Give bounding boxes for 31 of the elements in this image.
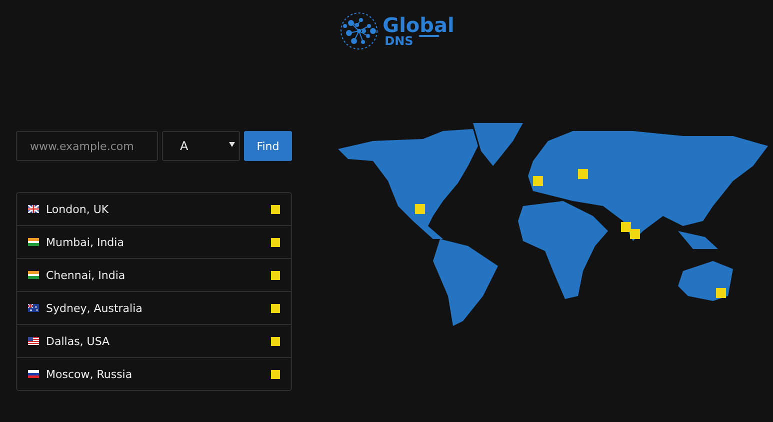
location-name: Mumbai, India <box>46 236 125 248</box>
location-name: London, UK <box>46 202 110 216</box>
flag-icon <box>28 205 39 213</box>
status-square-icon <box>271 238 280 246</box>
status-square-icon <box>271 270 280 280</box>
logo-title: Global <box>382 15 454 35</box>
flag-icon <box>28 304 39 312</box>
location-name: Moscow, Russia <box>46 368 134 380</box>
server-marker <box>533 176 543 186</box>
flag-icon <box>28 337 39 345</box>
location-name: Dallas, USA <box>46 334 111 348</box>
server-marker <box>578 169 588 179</box>
server-marker <box>621 222 631 232</box>
status-square-icon <box>271 370 280 378</box>
status-square-icon <box>271 336 280 346</box>
location-name: Chennai, India <box>46 268 126 282</box>
flag-icon <box>28 370 39 378</box>
flag-icon <box>28 271 39 279</box>
status-square-icon <box>271 304 280 312</box>
domain-input[interactable]: www.example.com <box>16 131 158 161</box>
logo-subtitle: DNS <box>384 35 414 47</box>
server-marker <box>630 229 640 239</box>
server-marker <box>716 288 726 298</box>
location-name: Sydney, Australia <box>46 302 144 314</box>
globe-network-icon <box>338 11 379 51</box>
flag-icon <box>28 238 39 246</box>
caret-icon <box>229 142 235 146</box>
record-type-select[interactable]: A <box>162 131 240 161</box>
status-square-icon <box>271 204 280 214</box>
server-marker <box>415 204 425 214</box>
find-button[interactable]: Find <box>244 131 292 161</box>
